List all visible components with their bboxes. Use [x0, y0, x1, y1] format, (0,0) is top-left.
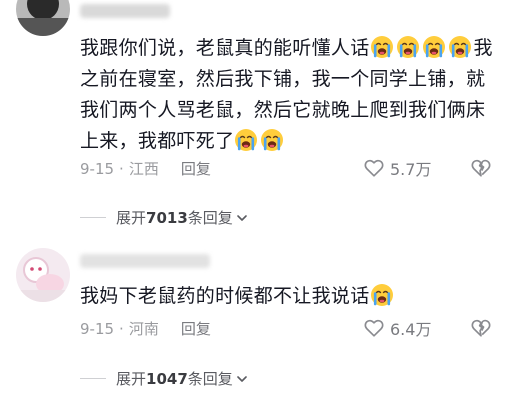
avatar[interactable]	[16, 0, 70, 36]
meta-separator: ·	[119, 319, 124, 338]
broken-heart-icon[interactable]	[470, 317, 492, 339]
expand-prefix: 展开	[116, 370, 147, 388]
comment-meta: 9-15 · 河南 回复	[80, 318, 211, 339]
comment-text: 我妈下老鼠药的时候都不让我说话	[80, 281, 500, 312]
expand-replies-button[interactable]: 展开 1047 条回复	[80, 368, 249, 389]
comment-text: 我跟你们说，老鼠真的能听懂人话 我之前在寝室，然后我下铺，我一个同学上铺，就我们两…	[80, 33, 500, 157]
crying-face-icon	[260, 128, 284, 152]
expand-suffix: 条回复	[187, 370, 233, 388]
expand-suffix: 条回复	[187, 209, 233, 227]
crying-face-icon	[396, 35, 420, 59]
reply-button[interactable]: 回复	[181, 158, 211, 179]
crying-face-icon	[370, 35, 394, 59]
like-button[interactable]: 5.7万	[363, 156, 431, 180]
expand-replies-button[interactable]: 展开 7013 条回复	[80, 207, 249, 228]
comment-location: 江西	[128, 160, 159, 178]
reply-count: 1047	[146, 369, 188, 388]
broken-heart-icon[interactable]	[470, 157, 492, 179]
comment-text-part: 我跟你们说，老鼠真的能听懂人话	[80, 37, 370, 59]
reply-button[interactable]: 回复	[181, 318, 211, 339]
heart-outline-icon	[363, 317, 385, 339]
comment-text-part: 我妈下老鼠药的时候都不让我说话	[80, 285, 370, 307]
like-count: 5.7万	[390, 160, 432, 179]
like-button[interactable]: 6.4万	[363, 316, 431, 340]
like-count: 6.4万	[390, 320, 432, 339]
username-redacted	[80, 254, 210, 268]
meta-separator: ·	[119, 159, 124, 178]
crying-face-icon	[370, 283, 394, 307]
crying-face-icon	[448, 35, 472, 59]
crying-face-icon	[422, 35, 446, 59]
comment-meta: 9-15 · 江西 回复	[80, 158, 211, 179]
divider-line	[80, 217, 106, 218]
reply-count: 7013	[146, 208, 188, 227]
chevron-down-icon	[235, 372, 249, 386]
heart-outline-icon	[363, 157, 385, 179]
crying-face-icon	[234, 128, 258, 152]
avatar[interactable]	[16, 248, 70, 302]
comment-date: 9-15	[80, 319, 115, 338]
divider-line	[80, 378, 106, 379]
username-redacted	[80, 4, 170, 18]
comment-date: 9-15	[80, 159, 115, 178]
comment-location: 河南	[128, 320, 159, 338]
expand-prefix: 展开	[116, 209, 147, 227]
chevron-down-icon	[235, 211, 249, 225]
